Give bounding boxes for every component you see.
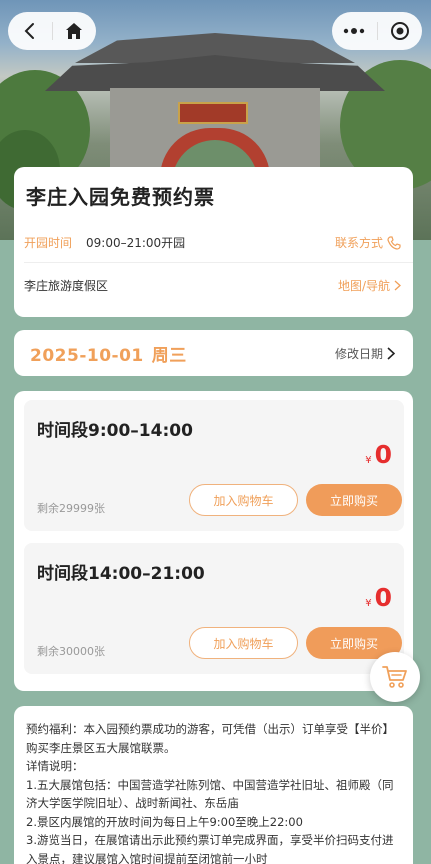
floating-cart-button[interactable] [370, 652, 420, 702]
map-navigation-link[interactable]: 地图/导航 [338, 277, 401, 294]
time-slot-item: 时间段14:00–21:00 ¥ 0 剩余30000张 加入购物车 立即购买 [24, 543, 404, 674]
notes-item-1: 1.五大展馆包括：中国营造学社陈列馆、中国营造学社旧址、祖师殿（同济大学医学院旧… [26, 777, 394, 811]
ticket-info-card: 李庄入园免费预约票 开园时间 09:00–21:00开园 联系方式 李庄旅游度假… [14, 167, 413, 317]
ticket-title: 李庄入园免费预约票 [26, 185, 215, 209]
hours-label: 开园时间 [24, 236, 73, 250]
contact-link[interactable]: 联系方式 [335, 234, 401, 251]
currency-symbol: ¥ [365, 455, 372, 466]
notes-item-2: 2.景区内展馆的开放时间为每日上午9:00至晚上22:00 [26, 814, 303, 829]
location-text: 李庄旅游度假区 [24, 279, 109, 293]
price-value: 0 [374, 440, 392, 469]
map-label: 地图/导航 [337, 279, 390, 293]
slot-title: 时间段14:00–21:00 [37, 564, 205, 584]
slot-price: ¥ 0 [365, 583, 392, 612]
info-divider [24, 262, 413, 263]
back-arrow-icon [24, 23, 34, 39]
price-value: 0 [374, 583, 392, 612]
back-button[interactable] [8, 12, 52, 50]
remaining-tickets: 剩余30000张 [37, 645, 105, 658]
nav-capsule-left [8, 12, 96, 50]
change-date-label: 修改日期 [334, 346, 383, 361]
gate-plaque [178, 102, 248, 124]
slot-price: ¥ 0 [365, 440, 392, 469]
add-to-cart-button[interactable]: 加入购物车 [189, 484, 298, 516]
date-value: 2025-10-01 [30, 345, 144, 366]
home-icon [66, 23, 83, 39]
change-date-button[interactable]: 修改日期 [335, 345, 395, 362]
home-button[interactable] [52, 12, 96, 50]
notes-card: 预约福利：本入园预约票成功的游客，可凭借（出示）订单享受【半价】购买李庄景区五大… [14, 706, 413, 864]
notes-benefit: 预约福利：本入园预约票成功的游客，可凭借（出示）订单享受【半价】购买李庄景区五大… [26, 722, 394, 755]
buy-now-button[interactable]: 立即购买 [306, 484, 402, 516]
shopping-cart-icon [382, 666, 407, 688]
more-button[interactable] [332, 12, 377, 50]
date-weekday: 周三 [151, 345, 187, 366]
more-dots-icon [344, 28, 365, 34]
close-miniprogram-button[interactable] [377, 12, 422, 50]
hours-row: 开园时间 09:00–21:00开园 联系方式 [24, 234, 401, 251]
time-slots-card: 时间段9:00–14:00 ¥ 0 剩余29999张 加入购物车 立即购买 时间… [14, 391, 413, 691]
contact-label: 联系方式 [334, 236, 383, 250]
phone-icon [387, 235, 401, 250]
notes-item-3: 3.游览当日，在展馆请出示此预约票订单完成界面，享受半价扫码支付进入景点，建议展… [26, 833, 394, 864]
nav-capsule-right [332, 12, 422, 50]
remaining-tickets: 剩余29999张 [37, 502, 105, 515]
chevron-right-icon [387, 346, 395, 360]
hours-value: 09:00–21:00开园 [86, 236, 186, 250]
slot-title: 时间段9:00–14:00 [37, 421, 193, 441]
currency-symbol: ¥ [365, 598, 372, 609]
selected-date: 2025-10-01 周三 [30, 341, 187, 366]
location-row: 李庄旅游度假区 地图/导航 [24, 277, 401, 294]
chevron-right-icon [394, 280, 401, 291]
notes-heading: 详情说明： [26, 759, 84, 773]
target-close-icon [390, 22, 409, 40]
add-to-cart-button[interactable]: 加入购物车 [189, 627, 298, 659]
time-slot-item: 时间段9:00–14:00 ¥ 0 剩余29999张 加入购物车 立即购买 [24, 400, 404, 531]
date-selector[interactable]: 2025-10-01 周三 修改日期 [14, 330, 413, 376]
